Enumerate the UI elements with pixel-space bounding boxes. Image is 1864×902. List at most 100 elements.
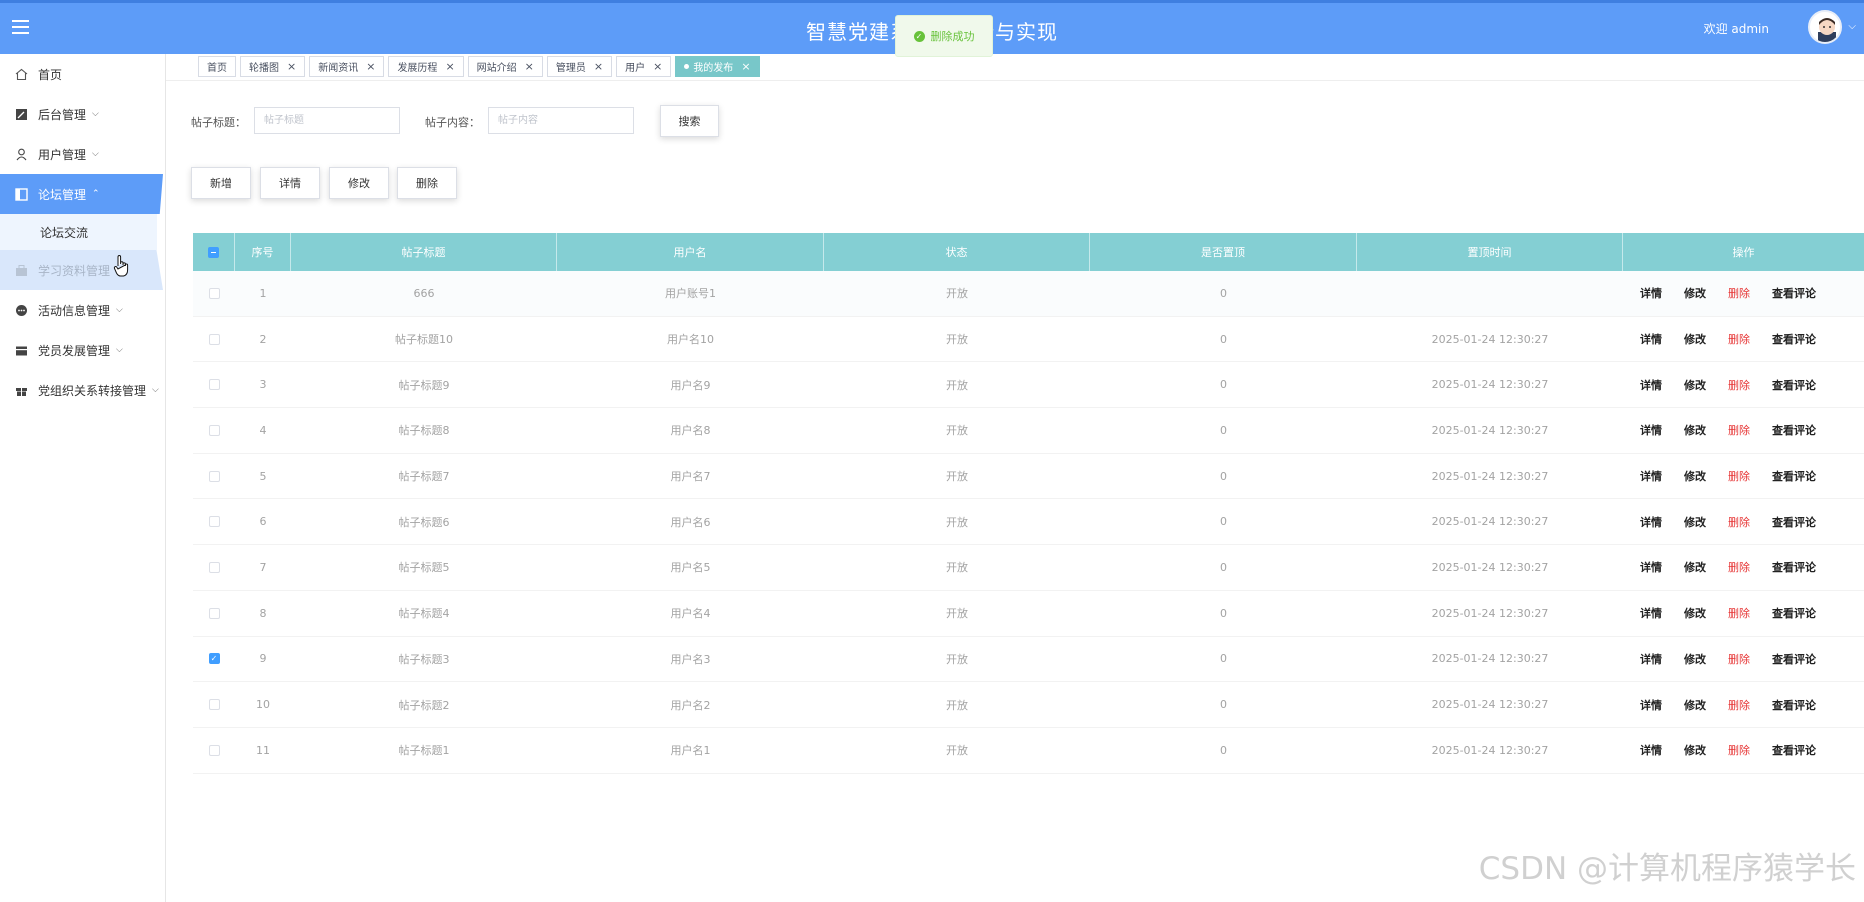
row-view-comments-link[interactable]: 查看评论 [1772, 514, 1816, 530]
tab-users[interactable]: 用户 × [616, 56, 672, 77]
row-edit-link[interactable]: 修改 [1684, 377, 1706, 393]
sidebar-item-home[interactable]: 首页 [0, 54, 165, 94]
table-row[interactable]: 6 帖子标题6 用户名6 开放 0 2025-01-24 12:30:27 详情 修改 删除 查看… [193, 499, 1864, 546]
row-edit-link[interactable]: 修改 [1684, 651, 1706, 667]
row-checkbox[interactable] [208, 516, 220, 528]
row-delete-link[interactable]: 删除 [1728, 559, 1750, 575]
row-view-comments-link[interactable]: 查看评论 [1772, 422, 1816, 438]
table-row[interactable]: ✓ 9 帖子标题3 用户名3 开放 0 2025-01-24 12:30:27 详情 修改 删除 查… [193, 637, 1864, 683]
sidebar-item-activities[interactable]: 活动信息管理 ⌵ [0, 290, 165, 330]
table-row[interactable]: 3 帖子标题9 用户名9 开放 0 2025-01-24 12:30:27 详情 修改 删除 查看… [193, 362, 1864, 409]
tab-my-posts[interactable]: 我的发布 × [675, 56, 760, 77]
row-view-comments-link[interactable]: 查看评论 [1772, 605, 1816, 621]
row-view-comments-link[interactable]: 查看评论 [1772, 742, 1816, 758]
row-delete-link[interactable]: 删除 [1728, 651, 1750, 667]
row-delete-link[interactable]: 删除 [1728, 742, 1750, 758]
close-icon[interactable]: × [445, 60, 454, 73]
row-view-comments-link[interactable]: 查看评论 [1772, 651, 1816, 667]
row-detail-link[interactable]: 详情 [1640, 422, 1662, 438]
title-filter-input[interactable]: 帖子标题 [254, 107, 400, 134]
row-view-comments-link[interactable]: 查看评论 [1772, 331, 1816, 347]
tab-news[interactable]: 新闻资讯 × [309, 56, 385, 77]
row-edit-link[interactable]: 修改 [1684, 559, 1706, 575]
row-checkbox[interactable]: ✓ [208, 653, 220, 665]
row-delete-link[interactable]: 删除 [1728, 331, 1750, 347]
sidebar-item-admin[interactable]: 后台管理 ⌵ [0, 94, 165, 134]
row-checkbox[interactable] [208, 561, 220, 573]
row-edit-link[interactable]: 修改 [1684, 514, 1706, 530]
sidebar-item-study-materials[interactable]: 学习资料管理 [0, 250, 163, 290]
row-edit-link[interactable]: 修改 [1684, 605, 1706, 621]
tab-site-intro[interactable]: 网站介绍 × [467, 56, 543, 77]
content-filter-input[interactable]: 帖子内容 [488, 107, 634, 134]
sidebar-item-forum[interactable]: 论坛管理 ⌃ [0, 174, 163, 214]
avatar[interactable] [1808, 10, 1842, 44]
add-button[interactable]: 新增 [191, 167, 251, 199]
close-icon[interactable]: × [287, 60, 296, 73]
row-detail-link[interactable]: 详情 [1640, 697, 1662, 713]
row-delete-link[interactable]: 删除 [1728, 468, 1750, 484]
sidebar-item-users[interactable]: 用户管理 ⌵ [0, 134, 165, 174]
close-icon[interactable]: × [525, 60, 534, 73]
row-detail-link[interactable]: 详情 [1640, 605, 1662, 621]
table-row[interactable]: 11 帖子标题1 用户名1 开放 0 2025-01-24 12:30:27 详情 修改 删除 查… [193, 728, 1864, 774]
row-delete-link[interactable]: 删除 [1728, 514, 1750, 530]
delete-button[interactable]: 删除 [397, 167, 457, 199]
row-detail-link[interactable]: 详情 [1640, 285, 1662, 301]
row-view-comments-link[interactable]: 查看评论 [1772, 468, 1816, 484]
select-all-checkbox[interactable] [208, 246, 219, 258]
row-edit-link[interactable]: 修改 [1684, 285, 1706, 301]
detail-button[interactable]: 详情 [260, 167, 320, 199]
row-delete-link[interactable]: 删除 [1728, 697, 1750, 713]
row-checkbox[interactable] [208, 287, 220, 299]
row-view-comments-link[interactable]: 查看评论 [1772, 285, 1816, 301]
table-row[interactable]: 4 帖子标题8 用户名8 开放 0 2025-01-24 12:30:27 详情 修改 删除 查看… [193, 408, 1864, 454]
row-checkbox[interactable] [208, 744, 220, 756]
row-detail-link[interactable]: 详情 [1640, 651, 1662, 667]
row-delete-link[interactable]: 删除 [1728, 605, 1750, 621]
chevron-down-icon[interactable]: ⌵ [1848, 21, 1856, 32]
row-edit-link[interactable]: 修改 [1684, 331, 1706, 347]
close-icon[interactable]: × [741, 60, 750, 73]
row-checkbox[interactable] [208, 699, 220, 711]
row-edit-link[interactable]: 修改 [1684, 742, 1706, 758]
row-edit-link[interactable]: 修改 [1684, 422, 1706, 438]
row-delete-link[interactable]: 删除 [1728, 285, 1750, 301]
sidebar-item-member-development[interactable]: 党员发展管理 ⌵ [0, 330, 165, 370]
tab-carousel[interactable]: 轮播图 × [240, 56, 306, 77]
table-row[interactable]: 8 帖子标题4 用户名4 开放 0 2025-01-24 12:30:27 详情 修改 删除 查看… [193, 591, 1864, 637]
row-view-comments-link[interactable]: 查看评论 [1772, 377, 1816, 393]
row-delete-link[interactable]: 删除 [1728, 422, 1750, 438]
row-detail-link[interactable]: 详情 [1640, 514, 1662, 530]
table-row[interactable]: 10 帖子标题2 用户名2 开放 0 2025-01-24 12:30:27 详情 修改 删除 查… [193, 682, 1864, 728]
close-icon[interactable]: × [366, 60, 375, 73]
row-view-comments-link[interactable]: 查看评论 [1772, 559, 1816, 575]
row-checkbox[interactable] [208, 470, 220, 482]
row-edit-link[interactable]: 修改 [1684, 697, 1706, 713]
row-checkbox[interactable] [208, 424, 220, 436]
row-delete-link[interactable]: 删除 [1728, 377, 1750, 393]
row-detail-link[interactable]: 详情 [1640, 468, 1662, 484]
row-detail-link[interactable]: 详情 [1640, 742, 1662, 758]
row-view-comments-link[interactable]: 查看评论 [1772, 697, 1816, 713]
sidebar-subitem-forum-exchange[interactable]: 论坛交流 [0, 214, 157, 250]
edit-button[interactable]: 修改 [329, 167, 389, 199]
close-icon[interactable]: × [594, 60, 603, 73]
row-detail-link[interactable]: 详情 [1640, 331, 1662, 347]
row-detail-link[interactable]: 详情 [1640, 377, 1662, 393]
row-checkbox[interactable] [208, 379, 220, 391]
table-row[interactable]: 1 666 用户账号1 开放 0 详情 修改 删除 查看评论 [193, 271, 1864, 317]
search-button[interactable]: 搜索 [660, 105, 719, 137]
tab-admins[interactable]: 管理员 × [546, 56, 613, 77]
sidebar-item-org-transfer[interactable]: 党组织关系转接管理 ⌵ [0, 370, 165, 410]
close-icon[interactable]: × [653, 60, 662, 73]
row-edit-link[interactable]: 修改 [1684, 468, 1706, 484]
table-row[interactable]: 5 帖子标题7 用户名7 开放 0 2025-01-24 12:30:27 详情 修改 删除 查看… [193, 454, 1864, 500]
row-detail-link[interactable]: 详情 [1640, 559, 1662, 575]
tab-history[interactable]: 发展历程 × [388, 56, 464, 77]
tab-home[interactable]: 首页 [198, 56, 236, 77]
row-checkbox[interactable] [208, 607, 220, 619]
table-row[interactable]: 7 帖子标题5 用户名5 开放 0 2025-01-24 12:30:27 详情 修改 删除 查看… [193, 545, 1864, 591]
table-row[interactable]: 2 帖子标题10 用户名10 开放 0 2025-01-24 12:30:27 详情 修改 删除… [193, 317, 1864, 363]
row-checkbox[interactable] [208, 333, 220, 345]
